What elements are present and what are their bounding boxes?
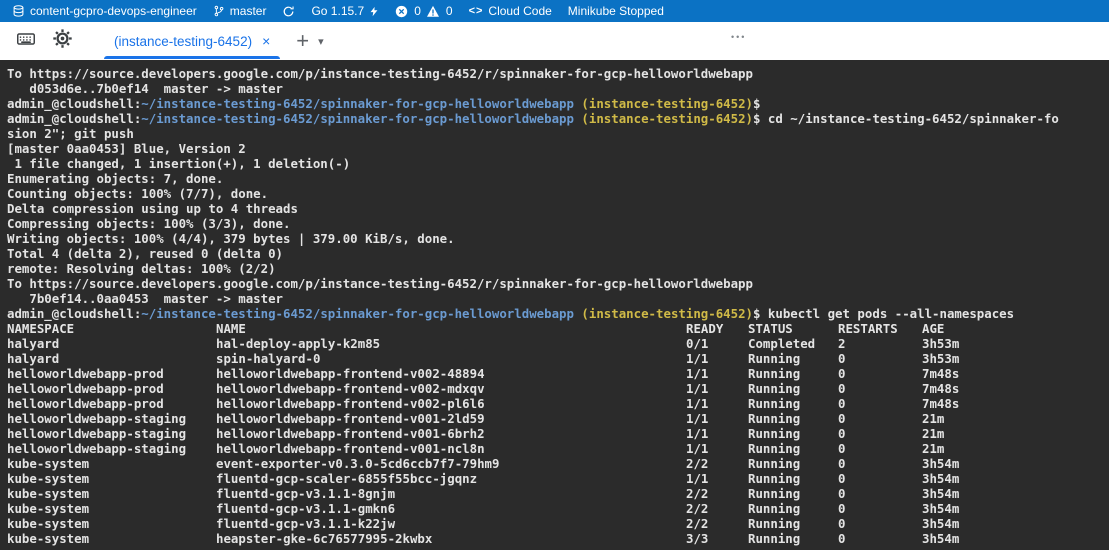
sync-button[interactable] [274, 0, 303, 22]
tab-label: (instance-testing-6452) [114, 34, 252, 49]
terminal-line: Writing objects: 100% (4/4), 379 bytes |… [7, 231, 1109, 246]
pods-table-row: halyardspin-halyard-01/1Running03h53m [7, 351, 1109, 366]
go-version-indicator[interactable]: Go 1.15.7 [303, 0, 387, 22]
pods-table-row: kube-systemfluentd-gcp-v3.1.1-8gnjm2/2Ru… [7, 486, 1109, 501]
terminal[interactable]: To https://source.developers.google.com/… [0, 60, 1109, 550]
status-bar: content-gcpro-devops-engineer master Go … [0, 0, 1109, 22]
database-icon [12, 4, 25, 18]
terminal-line: d053d6e..7b0ef14 master -> master [7, 81, 1109, 96]
keyboard-icon [15, 28, 37, 55]
keyboard-button[interactable] [12, 27, 40, 55]
refresh-icon [282, 5, 295, 18]
terminal-output: To https://source.developers.google.com/… [7, 66, 1109, 546]
tab-menu-chevron-icon[interactable]: ▾ [318, 35, 324, 48]
go-version-label: Go 1.15.7 [311, 4, 364, 18]
terminal-line: admin_@cloudshell:~/instance-testing-645… [7, 96, 1109, 111]
lightning-icon [369, 5, 379, 18]
terminal-line: Total 4 (delta 2), reused 0 (delta 0) [7, 246, 1109, 261]
add-tab-button[interactable]: + [296, 30, 309, 52]
terminal-line: admin_@cloudshell:~/instance-testing-645… [7, 111, 1109, 126]
project-indicator[interactable]: content-gcpro-devops-engineer [4, 0, 205, 22]
code-brackets-icon: <> [469, 5, 484, 17]
gear-icon [52, 28, 73, 54]
terminal-line: Compressing objects: 100% (3/3), done. [7, 216, 1109, 231]
terminal-settings-button[interactable] [48, 27, 76, 55]
cloud-code-label: Cloud Code [488, 4, 551, 18]
terminal-line: [master 0aa0453] Blue, Version 2 [7, 141, 1109, 156]
problems-indicator[interactable]: 0 0 [387, 0, 460, 22]
pods-table-header: NAMESPACENAMEREADYSTATUSRESTARTSAGE [7, 321, 1109, 336]
tab-instance-testing-6452[interactable]: (instance-testing-6452) × [100, 22, 284, 60]
terminal-line: admin_@cloudshell:~/instance-testing-645… [7, 306, 1109, 321]
minikube-label: Minikube Stopped [568, 4, 664, 18]
terminal-line: sion 2"; git push [7, 126, 1109, 141]
minikube-status[interactable]: Minikube Stopped [560, 0, 672, 22]
pods-table-row: kube-systemfluentd-gcp-v3.1.1-k22jw2/2Ru… [7, 516, 1109, 531]
branch-label: master [230, 4, 267, 18]
terminal-line: 7b0ef14..0aa0453 master -> master [7, 291, 1109, 306]
pods-table-row: kube-systemevent-exporter-v0.3.0-5cd6ccb… [7, 456, 1109, 471]
warning-count: 0 [446, 4, 453, 18]
terminal-line: Delta compression using up to 4 threads [7, 201, 1109, 216]
git-branch-icon [213, 4, 225, 18]
pods-table-row: helloworldwebapp-prodhelloworldwebapp-fr… [7, 381, 1109, 396]
terminal-line: To https://source.developers.google.com/… [7, 276, 1109, 291]
terminal-line: remote: Resolving deltas: 100% (2/2) [7, 261, 1109, 276]
close-tab-icon[interactable]: × [262, 33, 270, 49]
terminal-line: 1 file changed, 1 insertion(+), 1 deleti… [7, 156, 1109, 171]
pods-table-row: kube-systemfluentd-gcp-v3.1.1-gmkn62/2Ru… [7, 501, 1109, 516]
terminal-line: Counting objects: 100% (7/7), done. [7, 186, 1109, 201]
pods-table-row: kube-systemheapster-gke-6c76577995-2kwbx… [7, 531, 1109, 546]
active-tab-underline [104, 56, 280, 59]
panel-drag-handle[interactable]: ••• [731, 32, 746, 42]
pods-table-row: helloworldwebapp-prodhelloworldwebapp-fr… [7, 366, 1109, 381]
cloud-code-button[interactable]: <> Cloud Code [461, 0, 560, 22]
project-label: content-gcpro-devops-engineer [30, 4, 197, 18]
error-count: 0 [414, 4, 421, 18]
pods-table-row: helloworldwebapp-staginghelloworldwebapp… [7, 441, 1109, 456]
terminal-tab-bar: (instance-testing-6452) × + ▾ ••• [0, 22, 1109, 60]
terminal-line: To https://source.developers.google.com/… [7, 66, 1109, 81]
warning-icon [426, 5, 440, 18]
pods-table-row: halyardhal-deploy-apply-k2m850/1Complete… [7, 336, 1109, 351]
pods-table-row: helloworldwebapp-prodhelloworldwebapp-fr… [7, 396, 1109, 411]
pods-table-row: helloworldwebapp-staginghelloworldwebapp… [7, 411, 1109, 426]
git-branch-indicator[interactable]: master [205, 0, 275, 22]
terminal-line: Enumerating objects: 7, done. [7, 171, 1109, 186]
error-icon [395, 5, 408, 18]
pods-table-row: helloworldwebapp-staginghelloworldwebapp… [7, 426, 1109, 441]
pods-table-row: kube-systemfluentd-gcp-scaler-6855f55bcc… [7, 471, 1109, 486]
